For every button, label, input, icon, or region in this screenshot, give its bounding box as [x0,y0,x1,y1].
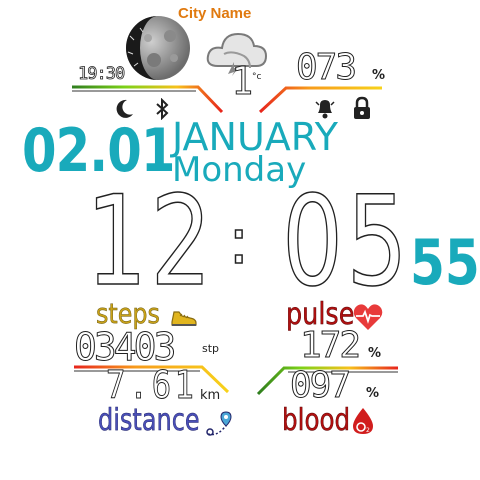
blood-unit: % [366,386,380,401]
time-hours: 12 [85,170,215,314]
distance-value: 7.61 [106,363,198,407]
time-separator: : [227,205,250,279]
shoe-icon [170,304,198,328]
lock-icon [352,96,372,120]
pulse-unit: % [368,346,382,361]
temperature-unit: °c [252,72,262,82]
humidity-unit: % [372,68,386,83]
distance-label: distance [98,403,200,438]
temperature-value: 1 [232,59,255,103]
weather-left-gauge [72,85,224,114]
steps-unit: stp [202,342,220,355]
blood-value: 097 [289,365,351,406]
humidity-value: 073 [295,47,357,88]
svg-text:2: 2 [366,427,370,434]
distance-unit: km [200,388,221,403]
city-name: City Name [178,5,252,22]
blood-label: blood [282,403,351,438]
map-pin-icon [204,408,234,438]
pulse-value: 172 [299,325,361,366]
blood-drop-icon: 2 [350,406,376,436]
steps-value: 03403 [73,325,176,369]
time-minutes: 05 [281,170,411,314]
time-seconds: 55 [410,226,480,299]
moonrise-time: 19:30 [78,64,126,85]
